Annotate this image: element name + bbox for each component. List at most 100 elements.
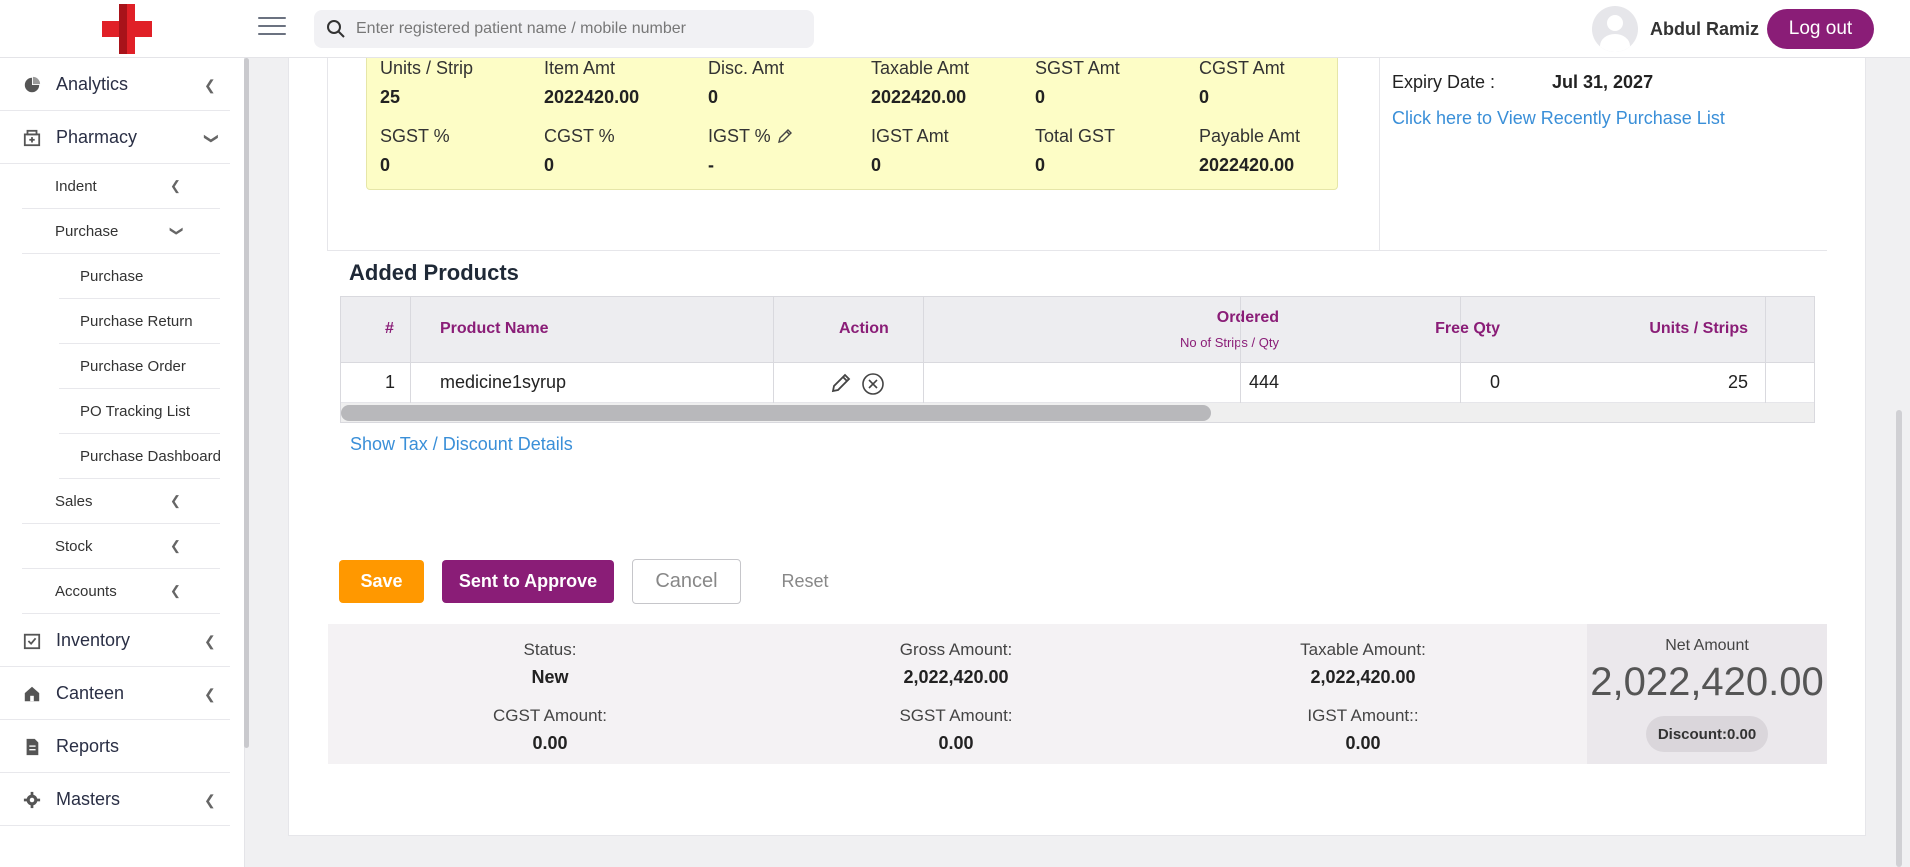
avatar[interactable]: [1592, 6, 1638, 52]
summary-label: Units / Strip: [380, 58, 474, 78]
sidebar-label: Canteen: [56, 682, 125, 703]
avatar-head: [1607, 15, 1623, 31]
net-amount-label: Net Amount: [1665, 637, 1749, 654]
table-row: 1 medicine1syrup 444 0 25: [341, 363, 1814, 403]
igst-amount-value: 0.00: [1345, 733, 1381, 753]
chevron-left-icon: ❮: [204, 77, 216, 93]
sidebar-item-purchase[interactable]: Purchase: [59, 254, 220, 299]
row-number: 1: [385, 372, 396, 392]
gear-icon: [23, 791, 41, 809]
status-value: New: [531, 667, 569, 687]
logout-button[interactable]: Log out: [1767, 9, 1874, 49]
taxable-amount: Taxable Amt 2022420.00: [871, 58, 1031, 108]
inventory-icon: [23, 633, 41, 650]
col-ordered: Ordered: [1216, 309, 1279, 326]
summary-label: Payable Amt: [1199, 126, 1301, 146]
col-divider: [923, 297, 924, 403]
added-products-table: # Product Name Action Ordered No of Stri…: [340, 296, 1815, 423]
sgst-amount: SGST Amt 0: [1035, 58, 1195, 108]
recent-purchase-link[interactable]: Click here to View Recently Purchase Lis…: [1392, 108, 1725, 129]
table-horizontal-scrollbar[interactable]: [341, 405, 1211, 421]
search-input[interactable]: [356, 20, 796, 38]
sidebar-sub2-label: Purchase Order: [80, 357, 186, 375]
row-free-qty: 0: [1489, 372, 1500, 392]
sidebar-item-inventory[interactable]: Inventory ❮: [0, 614, 230, 667]
sidebar-sub-label: Stock: [55, 537, 93, 555]
chevron-down-icon: ❮: [167, 225, 183, 237]
sidebar-item-indent[interactable]: Indent ❮: [22, 164, 220, 209]
igst-percent: IGST % -: [708, 126, 868, 176]
user-profile[interactable]: Abdul Ramiz: [1592, 6, 1759, 52]
chevron-left-icon: ❮: [170, 493, 181, 508]
hospital-cross-logo[interactable]: [100, 4, 154, 54]
summary-label: Disc. Amt: [708, 58, 785, 78]
chevron-left-icon: ❮: [170, 538, 181, 553]
item-amount: Item Amt 2022420.00: [544, 58, 704, 108]
avatar-body: [1600, 34, 1630, 52]
sidebar-label: Reports: [56, 735, 120, 756]
total-gst: Total GST 0: [1035, 126, 1195, 176]
sidebar-item-sales[interactable]: Sales ❮: [22, 479, 220, 524]
sidebar-item-masters[interactable]: Masters ❮: [0, 773, 230, 826]
pie-chart-icon: [24, 76, 41, 93]
sidebar-sub2-label: Purchase Dashboard: [80, 447, 221, 465]
cancel-button[interactable]: Cancel: [632, 559, 741, 604]
sidebar-item-purchase-group[interactable]: Purchase ❮: [22, 209, 220, 254]
table-header: # Product Name Action Ordered No of Stri…: [341, 297, 1814, 363]
panel-divider: [327, 53, 328, 251]
summary-value: 2022420.00: [544, 87, 640, 107]
sidebar: Analytics ❮ Pharmacy ❮ Indent ❮ Purchase…: [0, 58, 245, 867]
item-summary-panel: Units / Strip 25 Item Amt 2022420.00 Dis…: [366, 53, 1338, 190]
col-divider: [1240, 297, 1241, 403]
sidebar-item-canteen[interactable]: Canteen ❮: [0, 667, 230, 720]
discount-amount: Disc. Amt 0: [708, 58, 868, 108]
page-scrollbar[interactable]: [1896, 410, 1902, 867]
col-action: Action: [839, 320, 889, 337]
col-divider: [1460, 297, 1461, 403]
sgst-amount-value: 0.00: [938, 733, 974, 753]
edit-pencil-icon[interactable]: [777, 128, 793, 144]
sidebar-item-stock[interactable]: Stock ❮: [22, 524, 220, 569]
menu-line: [258, 33, 286, 35]
sidebar-sub2-label: Purchase Return: [80, 312, 193, 330]
show-tax-discount-link[interactable]: Show Tax / Discount Details: [350, 434, 573, 455]
summary-label: Taxable Amt: [871, 58, 970, 78]
units-per-strip: Units / Strip 25: [380, 58, 540, 108]
sidebar-item-purchase-order[interactable]: Purchase Order: [59, 344, 220, 389]
remove-circle-icon[interactable]: [861, 372, 885, 396]
taxable-amount-value: 2,022,420.00: [1310, 667, 1416, 687]
expiry-date-label: Expiry Date :: [1392, 72, 1496, 92]
menu-line: [258, 25, 286, 27]
summary-value: -: [708, 155, 714, 175]
sidebar-item-purchase-return[interactable]: Purchase Return: [59, 299, 220, 344]
sidebar-item-reports[interactable]: Reports: [0, 720, 230, 773]
sidebar-item-po-tracking[interactable]: PO Tracking List: [59, 389, 220, 434]
menu-line: [258, 17, 286, 19]
send-to-approve-button[interactable]: Sent to Approve: [442, 560, 614, 603]
patient-search-bar[interactable]: [314, 10, 814, 48]
col-divider: [1765, 297, 1766, 403]
sidebar-item-pharmacy[interactable]: Pharmacy ❮: [0, 111, 230, 164]
pharmacy-icon: [23, 129, 41, 147]
summary-value: 0: [1035, 87, 1046, 107]
summary-value: 0: [1199, 87, 1210, 107]
sidebar-scrollbar[interactable]: [244, 58, 249, 748]
net-amount-value: 2,022,420.00: [1590, 660, 1824, 704]
sidebar-item-purchase-dashboard[interactable]: Purchase Dashboard: [59, 434, 221, 479]
edit-pencil-icon[interactable]: [830, 372, 854, 394]
row-product-name: medicine1syrup: [440, 372, 567, 392]
menu-toggle-icon[interactable]: [258, 17, 286, 37]
summary-value: 0: [871, 155, 882, 175]
added-products-title: Added Products: [349, 260, 519, 285]
sidebar-sub-label: Indent: [55, 177, 97, 195]
sidebar-label: Inventory: [56, 629, 131, 650]
summary-value: 0: [380, 155, 391, 175]
sidebar-item-accounts[interactable]: Accounts ❮: [22, 569, 220, 614]
cgst-percent: CGST % 0: [544, 126, 704, 176]
sidebar-sub2-label: PO Tracking List: [80, 402, 191, 420]
reset-button[interactable]: Reset: [766, 560, 844, 603]
summary-value: 0: [544, 155, 555, 175]
save-button[interactable]: Save: [339, 560, 424, 603]
sgst-percent: SGST % 0: [380, 126, 540, 176]
sidebar-item-analytics[interactable]: Analytics ❮: [0, 58, 230, 111]
